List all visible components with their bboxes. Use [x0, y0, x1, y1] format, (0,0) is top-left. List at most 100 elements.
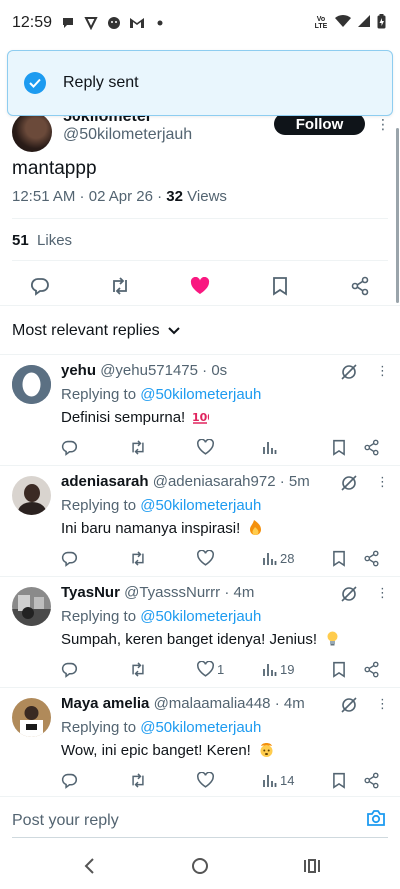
reply-handle[interactable]: @yehu571475	[100, 362, 198, 379]
wifi-icon	[335, 14, 351, 32]
camera-icon[interactable]	[366, 809, 386, 832]
more-options-icon[interactable]: ⋮	[376, 474, 389, 490]
reply-author-name[interactable]: adeniasarah	[61, 473, 149, 490]
chat-bubble-icon	[60, 15, 76, 31]
tweet-meta: 12:51 AM · 02 Apr 26 · 32 Views	[12, 188, 227, 205]
like-icon[interactable]	[197, 437, 217, 457]
reply-author-name[interactable]: yehu	[61, 362, 96, 379]
more-options-icon[interactable]: ⋮	[376, 363, 389, 379]
like-icon[interactable]	[197, 548, 217, 568]
replying-to: Replying to @50kilometerjauh	[61, 386, 262, 403]
divider	[12, 218, 388, 219]
more-options-icon[interactable]: ⋮	[376, 585, 389, 601]
likes-count: 51	[12, 232, 29, 249]
views-icon[interactable]	[262, 437, 280, 457]
grok-icon[interactable]	[340, 696, 358, 714]
reply-text: Ini baru namanya inspirasi!	[61, 519, 264, 537]
reply-time: 4m	[233, 584, 255, 601]
reply-icon[interactable]	[61, 437, 78, 457]
bookmark-icon[interactable]	[332, 659, 346, 679]
composer-underline	[12, 837, 388, 838]
grok-icon[interactable]	[340, 585, 358, 603]
hundred-points-emoji: 100	[192, 411, 209, 424]
share-icon[interactable]	[363, 659, 380, 679]
bookmark-icon[interactable]	[332, 770, 346, 790]
reply-author-name[interactable]: Maya amelia	[61, 695, 149, 712]
reply-item[interactable]: Maya amelia @malaamalia448 · 4m ⋮ Replyi…	[0, 688, 400, 798]
likes-label: Likes	[37, 232, 73, 249]
grok-icon[interactable]	[340, 363, 358, 381]
views-icon[interactable]: 19	[262, 659, 294, 679]
like-heart-icon-filled[interactable]	[189, 275, 211, 297]
app-face-icon	[106, 15, 122, 31]
fire-emoji	[250, 520, 262, 535]
replying-to-link[interactable]: @50kilometerjauh	[140, 719, 261, 736]
more-options-icon[interactable]: ⋮	[376, 696, 389, 712]
chevron-down-icon	[167, 322, 180, 340]
reply-composer[interactable]: Post your reply	[0, 796, 400, 840]
reply-item[interactable]: yehu @yehu571475 · 0s ⋮ Replying to @50k…	[0, 355, 400, 465]
replying-to-link[interactable]: @50kilometerjauh	[140, 608, 261, 625]
replying-to-link[interactable]: @50kilometerjauh	[140, 497, 261, 514]
reply-item[interactable]: TyasNur @TyasssNurrr · 4m ⋮ Replying to …	[0, 577, 400, 687]
replies-sort-dropdown[interactable]: Most relevant replies	[12, 322, 180, 340]
replying-to-link[interactable]: @50kilometerjauh	[140, 386, 261, 403]
reply-handle[interactable]: @TyasssNurrr	[124, 584, 220, 601]
tweet-text: mantappp	[12, 158, 97, 179]
share-icon[interactable]	[349, 275, 371, 297]
repost-icon[interactable]	[129, 437, 147, 457]
exploding-head-emoji	[260, 743, 273, 757]
reply-author-name[interactable]: TyasNur	[61, 584, 120, 601]
bookmark-icon[interactable]	[269, 275, 291, 297]
reply-handle[interactable]: @adeniasarah972	[153, 473, 276, 490]
reply-avatar[interactable]	[12, 698, 51, 737]
likes-summary[interactable]: 51 Likes	[12, 232, 72, 249]
like-count: 1	[217, 661, 225, 677]
divider	[12, 260, 388, 261]
repost-icon[interactable]	[129, 770, 147, 790]
bookmark-icon[interactable]	[332, 548, 346, 568]
grok-icon[interactable]	[340, 474, 358, 492]
reply-header: Maya amelia @malaamalia448 · 4m	[61, 695, 305, 712]
home-icon[interactable]	[191, 857, 209, 880]
reply-handle[interactable]: @malaamalia448	[154, 695, 271, 712]
reply-avatar[interactable]	[12, 587, 51, 626]
share-icon[interactable]	[363, 437, 380, 457]
system-nav-bar	[0, 845, 400, 889]
more-options-icon[interactable]: ⋮	[376, 116, 390, 133]
reply-input[interactable]: Post your reply	[12, 812, 119, 830]
back-icon[interactable]	[83, 857, 95, 880]
reply-text: Sumpah, keren banget idenya! Jenius!	[61, 630, 341, 648]
like-icon[interactable]: 1	[197, 659, 224, 679]
bookmark-icon[interactable]	[332, 437, 346, 457]
reply-item[interactable]: adeniasarah @adeniasarah972 · 5m ⋮ Reply…	[0, 466, 400, 576]
views-icon[interactable]: 28	[262, 548, 294, 568]
reply-actions: 28	[61, 548, 391, 568]
divider	[0, 305, 400, 306]
reply-icon[interactable]	[61, 548, 78, 568]
tweet-views-count: 32	[166, 188, 183, 205]
reply-icon[interactable]	[61, 770, 78, 790]
replying-to: Replying to @50kilometerjauh	[61, 497, 262, 514]
reply-icon[interactable]	[29, 275, 51, 297]
share-icon[interactable]	[363, 548, 380, 568]
reply-avatar[interactable]	[12, 365, 51, 404]
reply-avatar[interactable]	[12, 476, 51, 515]
repost-icon[interactable]	[129, 659, 147, 679]
like-icon[interactable]	[197, 770, 217, 790]
tweet-views-label: Views	[187, 188, 227, 205]
reply-icon[interactable]	[61, 659, 78, 679]
tweet-action-bar	[0, 270, 400, 300]
reply-header: TyasNur @TyasssNurrr · 4m	[61, 584, 255, 601]
check-circle-icon	[24, 72, 46, 94]
share-icon[interactable]	[363, 770, 380, 790]
recents-icon[interactable]	[303, 857, 321, 880]
author-avatar[interactable]	[12, 112, 52, 152]
reply-time: 4m	[283, 695, 305, 712]
notification-dot-icon	[152, 15, 168, 31]
repost-icon[interactable]	[109, 275, 131, 297]
views-icon[interactable]: 14	[262, 770, 294, 790]
repost-icon[interactable]	[129, 548, 147, 568]
follow-button[interactable]: Follow	[274, 113, 365, 135]
author-handle[interactable]: @50kilometerjauh	[63, 126, 192, 144]
